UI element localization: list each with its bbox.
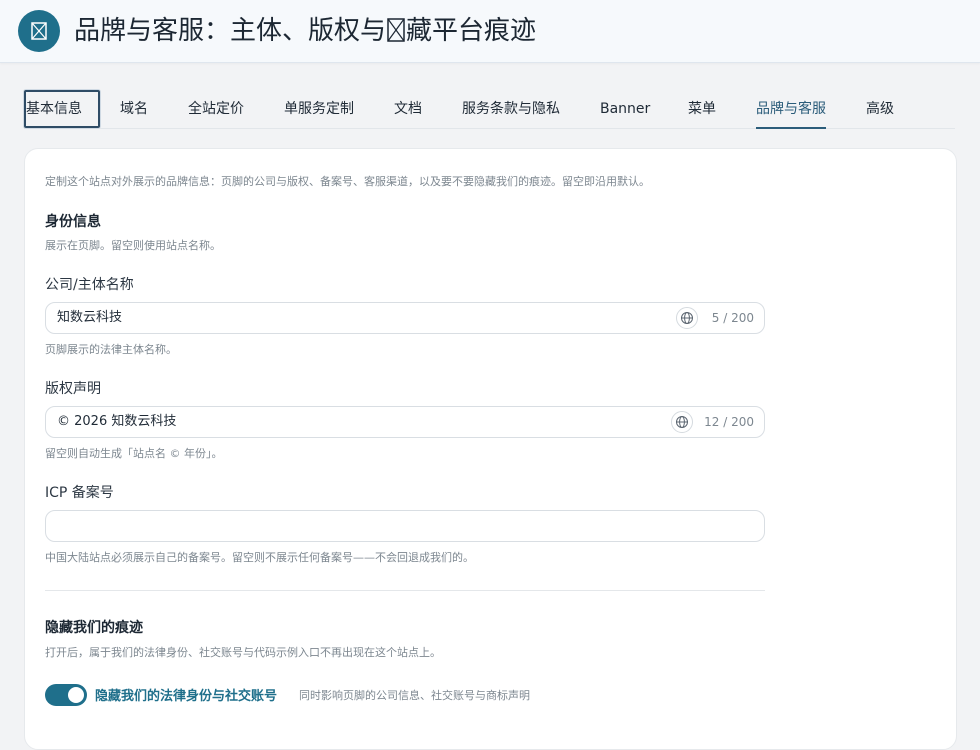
tab-domain[interactable]: 域名 <box>120 90 148 128</box>
company-name-help: 页脚展示的法律主体名称。 <box>45 343 177 356</box>
intro-text: 定制这个站点对外展示的品牌信息：页脚的公司与版权、备案号、客服渠道，以及要不要隐… <box>45 175 650 188</box>
icp-field[interactable] <box>45 510 765 542</box>
copyright-field[interactable]: © 2026 知数云科技 12 / 200 <box>45 406 765 438</box>
copyright-help: 留空则自动生成「站点名 © 年份」。 <box>45 447 223 460</box>
page-title-text: 品牌与客服：主体、版权与 <box>74 16 387 46</box>
tab-brand-support[interactable]: 品牌与客服 <box>756 90 826 129</box>
identity-section-desc: 展示在页脚。留空则使用站点名称。 <box>45 239 221 252</box>
icp-label: ICP 备案号 <box>45 485 114 501</box>
hide-traces-toggle-label: 隐藏我们的法律身份与社交账号 <box>95 689 278 704</box>
company-name-label: 公司/主体名称 <box>45 277 134 293</box>
hide-traces-toggle[interactable] <box>45 684 87 706</box>
company-name-value: 知数云科技 <box>57 310 123 325</box>
hide-section-title: 隐藏我们的痕迹 <box>45 620 143 636</box>
copyright-label: 版权声明 <box>45 381 101 397</box>
tab-terms-privacy[interactable]: 服务条款与隐私 <box>462 90 560 128</box>
settings-tabs: 基本信息 域名 全站定价 单服务定制 文档 服务条款与隐私 Banner 菜单 … <box>24 90 955 129</box>
identity-section-title: 身份信息 <box>45 214 101 230</box>
page-header: 品牌与客服：主体、版权与 藏平台痕迹 <box>0 0 980 63</box>
toggle-knob <box>68 687 84 703</box>
icp-help: 中国大陆站点必须展示自己的备案号。留空则不展示任何备案号——不会回退成我们的。 <box>45 551 474 564</box>
missing-glyph-icon <box>387 18 405 42</box>
tab-docs[interactable]: 文档 <box>394 90 422 128</box>
tab-menu[interactable]: 菜单 <box>688 90 716 128</box>
section-divider <box>45 590 765 591</box>
tab-site-pricing[interactable]: 全站定价 <box>188 90 244 128</box>
globe-icon[interactable] <box>671 411 693 433</box>
globe-icon[interactable] <box>676 307 698 329</box>
company-name-counter: 5 / 200 <box>711 311 754 325</box>
tab-banner[interactable]: Banner <box>600 90 650 128</box>
copyright-counter: 12 / 200 <box>704 415 754 429</box>
tab-basic-info[interactable]: 基本信息 <box>24 90 100 128</box>
hide-section-desc: 打开后，属于我们的法律身份、社交账号与代码示例入口不再出现在这个站点上。 <box>45 646 441 659</box>
brand-settings-card: 定制这个站点对外展示的品牌信息：页脚的公司与版权、备案号、客服渠道，以及要不要隐… <box>24 148 957 750</box>
tab-service-customization[interactable]: 单服务定制 <box>284 90 354 128</box>
missing-glyph-icon <box>31 22 47 40</box>
tab-advanced[interactable]: 高级 <box>866 90 894 128</box>
site-logo <box>18 10 60 52</box>
page-title: 品牌与客服：主体、版权与 藏平台痕迹 <box>74 13 536 49</box>
hide-traces-toggle-desc: 同时影响页脚的公司信息、社交账号与商标声明 <box>299 689 530 702</box>
company-name-field[interactable]: 知数云科技 5 / 200 <box>45 302 765 334</box>
copyright-value: © 2026 知数云科技 <box>57 414 177 429</box>
page-title-text: 藏平台痕迹 <box>406 16 537 46</box>
